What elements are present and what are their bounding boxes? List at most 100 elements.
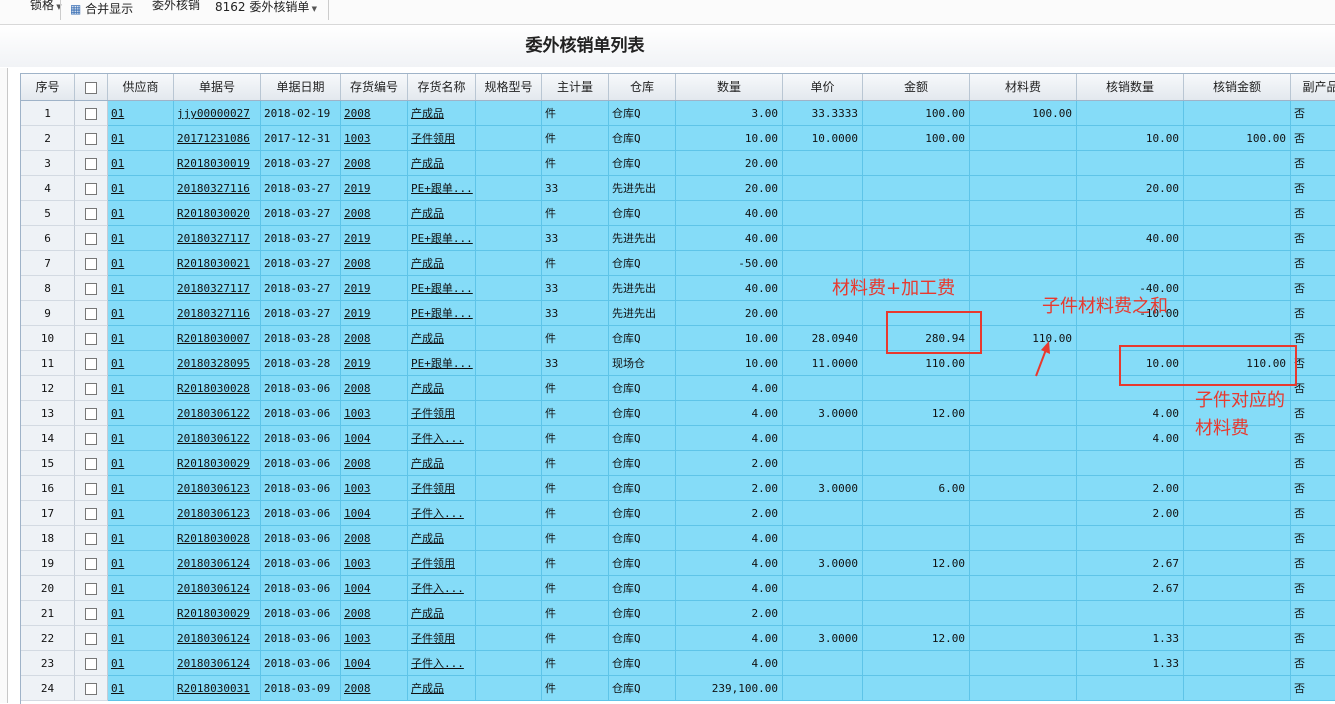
cell-inventory-name[interactable]: 产成品 bbox=[408, 101, 476, 126]
row-checkbox[interactable] bbox=[85, 308, 97, 320]
column-header-material-fee[interactable]: 材料费 bbox=[970, 74, 1077, 100]
cell-inventory-code[interactable]: 2008 bbox=[341, 151, 408, 176]
select-all-checkbox[interactable] bbox=[85, 82, 97, 94]
row-checkbox[interactable] bbox=[85, 383, 97, 395]
cell-inventory-name[interactable]: 子件入... bbox=[408, 576, 476, 601]
cell-inventory-code[interactable]: 2019 bbox=[341, 176, 408, 201]
cell-document-no[interactable]: R2018030028 bbox=[174, 526, 261, 551]
cell-document-no[interactable]: 20180328095 bbox=[174, 351, 261, 376]
cell-inventory-code[interactable]: 1003 bbox=[341, 476, 408, 501]
cell-inventory-code[interactable]: 1004 bbox=[341, 501, 408, 526]
cell-supplier[interactable]: 01 bbox=[108, 651, 174, 676]
cell-inventory-code[interactable]: 1004 bbox=[341, 576, 408, 601]
cell-inventory-name[interactable]: PE+跟单... bbox=[408, 301, 476, 326]
column-header-quantity[interactable]: 数量 bbox=[676, 74, 783, 100]
cell-inventory-code[interactable]: 2019 bbox=[341, 276, 408, 301]
cell-document-no[interactable]: R2018030031 bbox=[174, 676, 261, 701]
cell-supplier[interactable]: 01 bbox=[108, 301, 174, 326]
cell-inventory-code[interactable]: 2008 bbox=[341, 201, 408, 226]
column-header-row-number[interactable]: 序号 bbox=[21, 74, 75, 100]
column-header-by-product[interactable]: 副产品 bbox=[1291, 74, 1335, 100]
table-row[interactable]: 2 01 20171231086 2017-12-31 1003 子件领用件仓库Q 10.0… bbox=[21, 126, 1335, 151]
cell-inventory-name[interactable]: PE+跟单... bbox=[408, 226, 476, 251]
outsource-writeoff-menu[interactable]: 委外核销 bbox=[152, 0, 200, 15]
cell-inventory-name[interactable]: 产成品 bbox=[408, 526, 476, 551]
cell-supplier[interactable]: 01 bbox=[108, 551, 174, 576]
cell-inventory-name[interactable]: PE+跟单... bbox=[408, 276, 476, 301]
row-checkbox[interactable] bbox=[85, 658, 97, 670]
cell-inventory-code[interactable]: 2008 bbox=[341, 376, 408, 401]
table-row[interactable]: 19 01 20180306124 2018-03-06 1003 子件领用 件仓库Q 4.0… bbox=[21, 551, 1335, 576]
cell-inventory-name[interactable]: 子件领用 bbox=[408, 476, 476, 501]
cell-inventory-name[interactable]: 产成品 bbox=[408, 251, 476, 276]
row-checkbox[interactable] bbox=[85, 158, 97, 170]
cell-document-no[interactable]: R2018030020 bbox=[174, 201, 261, 226]
cell-inventory-code[interactable]: 1003 bbox=[341, 626, 408, 651]
table-row[interactable]: 24 01 R2018030031 2018-03-09 2008 产成品 件仓库Q 239,… bbox=[21, 676, 1335, 701]
cell-document-no[interactable]: 20180327117 bbox=[174, 276, 261, 301]
cell-supplier[interactable]: 01 bbox=[108, 201, 174, 226]
row-checkbox[interactable] bbox=[85, 558, 97, 570]
cell-supplier[interactable]: 01 bbox=[108, 101, 174, 126]
column-header-writeoff-quantity[interactable]: 核销数量 bbox=[1077, 74, 1184, 100]
cell-supplier[interactable]: 01 bbox=[108, 176, 174, 201]
row-checkbox[interactable] bbox=[85, 633, 97, 645]
cell-supplier[interactable]: 01 bbox=[108, 451, 174, 476]
cell-inventory-code[interactable]: 2008 bbox=[341, 676, 408, 701]
cell-supplier[interactable]: 01 bbox=[108, 576, 174, 601]
cell-supplier[interactable]: 01 bbox=[108, 276, 174, 301]
merge-display-button[interactable]: ▦ 合并显示 bbox=[70, 0, 133, 19]
cell-document-no[interactable]: 20180327117 bbox=[174, 226, 261, 251]
cell-inventory-code[interactable]: 1003 bbox=[341, 401, 408, 426]
column-header-document-date[interactable]: 单据日期 bbox=[261, 74, 341, 100]
cell-inventory-name[interactable]: 产成品 bbox=[408, 326, 476, 351]
cell-inventory-name[interactable]: 产成品 bbox=[408, 676, 476, 701]
table-row[interactable]: 5 01 R2018030020 2018-03-27 2008 产成品 件仓库Q 40.00… bbox=[21, 201, 1335, 226]
cell-document-no[interactable]: R2018030021 bbox=[174, 251, 261, 276]
table-row[interactable]: 4 01 20180327116 2018-03-27 2019 PE+跟单... 33 先进… bbox=[21, 176, 1335, 201]
cell-document-no[interactable]: 20180306122 bbox=[174, 426, 261, 451]
cell-document-no[interactable]: R2018030007 bbox=[174, 326, 261, 351]
cell-inventory-code[interactable]: 2019 bbox=[341, 226, 408, 251]
cell-inventory-code[interactable]: 1004 bbox=[341, 651, 408, 676]
cell-document-no[interactable]: R2018030029 bbox=[174, 451, 261, 476]
cell-inventory-name[interactable]: 产成品 bbox=[408, 451, 476, 476]
lock-grid-button[interactable]: 锁格 ▼ bbox=[30, 0, 62, 15]
table-row[interactable]: 18 01 R2018030028 2018-03-06 2008 产成品 件仓库Q 4.00… bbox=[21, 526, 1335, 551]
cell-inventory-name[interactable]: 产成品 bbox=[408, 201, 476, 226]
cell-inventory-code[interactable]: 1003 bbox=[341, 551, 408, 576]
cell-document-no[interactable]: 20171231086 bbox=[174, 126, 261, 151]
row-checkbox[interactable] bbox=[85, 683, 97, 695]
document-selector[interactable]: 8162 委外核销单 ▼ bbox=[215, 0, 317, 17]
cell-supplier[interactable]: 01 bbox=[108, 226, 174, 251]
cell-inventory-name[interactable]: 子件领用 bbox=[408, 626, 476, 651]
cell-supplier[interactable]: 01 bbox=[108, 676, 174, 701]
cell-inventory-name[interactable]: 产成品 bbox=[408, 151, 476, 176]
table-row[interactable]: 15 01 R2018030029 2018-03-06 2008 产成品 件仓库Q 2.00… bbox=[21, 451, 1335, 476]
column-header-document-no[interactable]: 单据号 bbox=[174, 74, 261, 100]
row-checkbox[interactable] bbox=[85, 358, 97, 370]
row-checkbox[interactable] bbox=[85, 483, 97, 495]
cell-document-no[interactable]: 20180306124 bbox=[174, 551, 261, 576]
cell-document-no[interactable]: 20180327116 bbox=[174, 301, 261, 326]
cell-supplier[interactable]: 01 bbox=[108, 601, 174, 626]
cell-inventory-name[interactable]: PE+跟单... bbox=[408, 351, 476, 376]
column-header-amount[interactable]: 金额 bbox=[863, 74, 970, 100]
row-checkbox[interactable] bbox=[85, 208, 97, 220]
cell-document-no[interactable]: R2018030028 bbox=[174, 376, 261, 401]
cell-inventory-name[interactable]: 子件领用 bbox=[408, 401, 476, 426]
table-row[interactable]: 7 01 R2018030021 2018-03-27 2008 产成品 件仓库Q -50.0… bbox=[21, 251, 1335, 276]
cell-inventory-name[interactable]: 子件入... bbox=[408, 651, 476, 676]
cell-supplier[interactable]: 01 bbox=[108, 401, 174, 426]
table-row[interactable]: 23 01 20180306124 2018-03-06 1004 子件入... 件仓库Q 4… bbox=[21, 651, 1335, 676]
cell-supplier[interactable]: 01 bbox=[108, 351, 174, 376]
cell-inventory-code[interactable]: 2008 bbox=[341, 101, 408, 126]
cell-document-no[interactable]: 20180306124 bbox=[174, 576, 261, 601]
cell-inventory-code[interactable]: 2019 bbox=[341, 301, 408, 326]
cell-supplier[interactable]: 01 bbox=[108, 126, 174, 151]
cell-document-no[interactable]: 20180306124 bbox=[174, 651, 261, 676]
cell-supplier[interactable]: 01 bbox=[108, 376, 174, 401]
cell-inventory-code[interactable]: 1003 bbox=[341, 126, 408, 151]
table-row[interactable]: 13 01 20180306122 2018-03-06 1003 子件领用件仓库Q 4.0… bbox=[21, 401, 1335, 426]
cell-supplier[interactable]: 01 bbox=[108, 476, 174, 501]
